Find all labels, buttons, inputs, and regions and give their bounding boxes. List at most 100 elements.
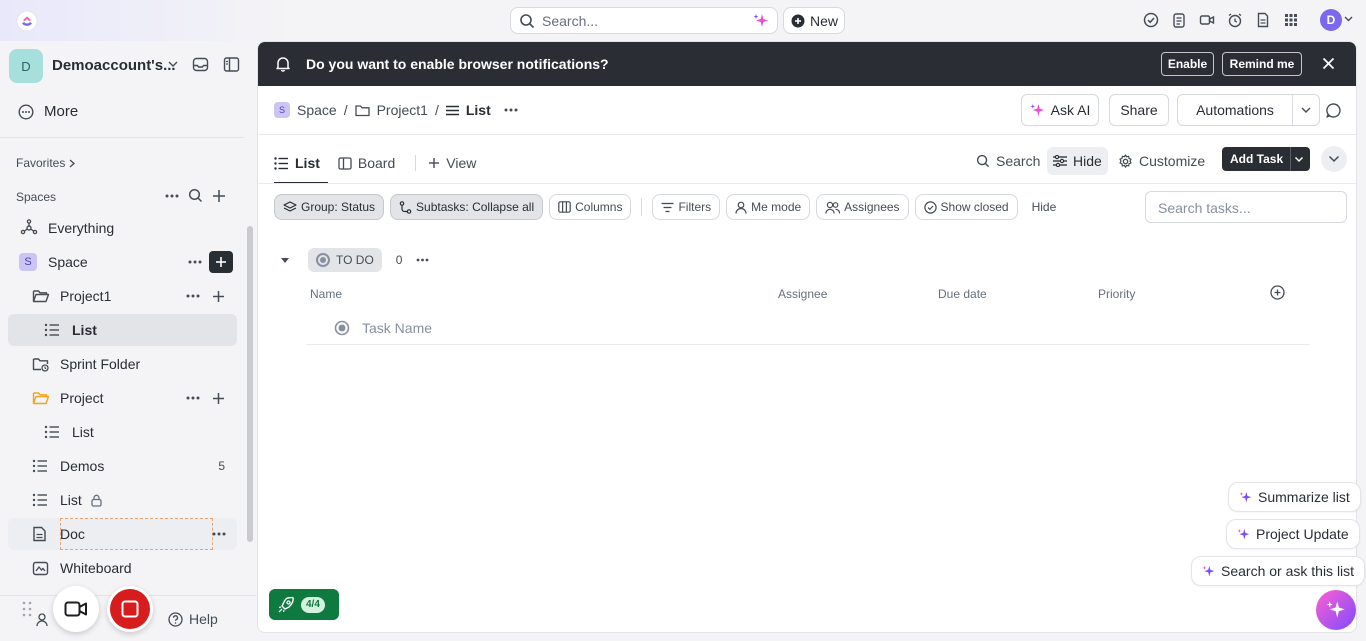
task-name-input[interactable]: Task Name (362, 320, 432, 336)
summarize-list-button[interactable]: Summarize list (1228, 482, 1361, 512)
check-circle-icon[interactable] (1142, 10, 1160, 30)
chevron-down-icon[interactable] (1293, 153, 1305, 165)
stop-recording-button[interactable] (107, 586, 153, 632)
search-view-button[interactable]: Search (976, 147, 1040, 175)
ellipsis-icon[interactable] (186, 396, 200, 400)
project-update-button[interactable]: Project Update (1226, 519, 1360, 549)
tab-board[interactable]: Board (338, 150, 395, 176)
ask-ai-button[interactable]: Ask AI (1021, 94, 1099, 126)
caret-down-icon[interactable] (280, 257, 290, 264)
search-ask-list-button[interactable]: Search or ask this list (1191, 556, 1366, 586)
folder-open-icon (32, 288, 50, 304)
alarm-clock-icon[interactable] (1226, 10, 1244, 30)
ellipsis-icon[interactable] (188, 260, 202, 264)
sprint-folder-icon (32, 356, 50, 372)
ellipsis-icon[interactable] (504, 108, 518, 112)
sidebar-item-space[interactable]: S Space (8, 246, 237, 278)
ai-assistant-button[interactable] (1316, 590, 1356, 630)
filters-chip[interactable]: Filters (652, 194, 721, 220)
sidebar-item-list[interactable]: List (8, 416, 237, 448)
sidebar-more[interactable]: More (18, 103, 78, 120)
sidebar-item-whiteboard[interactable]: Whiteboard (8, 552, 237, 584)
customize-button[interactable]: Customize (1118, 147, 1205, 175)
status-dot-icon (334, 320, 350, 336)
workspace-avatar[interactable]: D (9, 49, 43, 83)
me-mode-chip[interactable]: Me mode (726, 194, 811, 220)
column-header-priority[interactable]: Priority (1098, 287, 1135, 301)
chevron-down-icon[interactable] (168, 61, 178, 67)
sidebar-item-everything[interactable]: Everything (8, 212, 237, 244)
user-avatar[interactable]: D (1320, 9, 1342, 31)
plus-icon[interactable] (212, 392, 225, 405)
plus-icon[interactable] (212, 290, 225, 303)
global-search-input[interactable]: Search... (510, 7, 778, 34)
add-task-button[interactable]: Add Task (1222, 147, 1310, 171)
subtasks-chip[interactable]: Subtasks: Collapse all (390, 194, 544, 220)
sidebar-item-label: Demos (60, 458, 105, 474)
group-by-status-chip[interactable]: Group: Status (274, 194, 385, 220)
plus-icon[interactable] (212, 189, 226, 203)
ellipsis-icon[interactable] (186, 294, 200, 298)
hide-view-button[interactable]: Hide (1047, 147, 1108, 175)
chevron-down-icon[interactable] (1344, 16, 1353, 22)
assignees-chip[interactable]: Assignees (816, 194, 909, 220)
sidebar-item-list-private[interactable]: List (8, 484, 237, 516)
inbox-icon[interactable] (192, 56, 209, 73)
ellipsis-icon[interactable] (165, 194, 179, 198)
close-icon[interactable] (1322, 57, 1335, 70)
plus-circle-icon (791, 14, 805, 28)
drag-grip-icon[interactable] (22, 601, 32, 617)
hide-chip[interactable]: Hide (1023, 194, 1065, 220)
sidebar-toggle-icon[interactable] (223, 56, 240, 73)
ai-sparkle-icon[interactable] (753, 13, 769, 29)
record-video-button[interactable] (53, 586, 99, 632)
breadcrumb-space[interactable]: Space (297, 102, 337, 118)
sidebar-item-list-selected[interactable]: List (8, 314, 237, 346)
invite-user-icon[interactable] (36, 613, 52, 627)
notification-message: Do you want to enable browser notificati… (306, 56, 609, 72)
clickup-logo-icon[interactable] (16, 10, 38, 32)
add-column-icon[interactable] (1270, 285, 1285, 300)
enable-notifications-button[interactable]: Enable (1161, 52, 1214, 76)
breadcrumb-folder[interactable]: Project1 (377, 102, 428, 118)
workspace-name[interactable]: Demoaccount's... (52, 57, 176, 74)
column-header-due-date[interactable]: Due date (938, 287, 987, 301)
chat-bubble-icon[interactable] (1325, 102, 1342, 119)
show-closed-chip[interactable]: Show closed (914, 194, 1018, 220)
task-search-input[interactable]: Search tasks... (1145, 191, 1347, 223)
breadcrumb-list[interactable]: List (466, 102, 491, 118)
ellipsis-icon[interactable] (416, 258, 429, 262)
ai-sparkle-icon (1239, 491, 1252, 504)
new-task-row[interactable]: Task Name (306, 315, 1310, 345)
sidebar-item-sprint-folder[interactable]: Sprint Folder (8, 348, 237, 380)
collapse-toolbar-button[interactable] (1321, 146, 1347, 172)
notepad-icon[interactable] (1170, 10, 1188, 30)
add-to-space-button[interactable] (209, 251, 233, 273)
column-header-assignee[interactable]: Assignee (778, 287, 827, 301)
sidebar-item-demos[interactable]: Demos 5 (8, 450, 237, 482)
new-button[interactable]: New (783, 7, 845, 34)
automations-button[interactable]: Automations (1177, 94, 1293, 126)
automations-dropdown[interactable] (1292, 94, 1320, 126)
apps-grid-icon[interactable] (1282, 10, 1300, 30)
sidebar-item-project1[interactable]: Project1 (8, 280, 237, 312)
add-view-button[interactable]: View (428, 150, 476, 176)
document-icon[interactable] (1254, 10, 1272, 30)
remind-me-button[interactable]: Remind me (1222, 52, 1302, 76)
onboarding-progress-button[interactable]: 4/4 (269, 589, 339, 620)
sidebar-scrollbar[interactable] (247, 226, 253, 542)
share-button[interactable]: Share (1109, 94, 1169, 126)
video-icon[interactable] (1198, 10, 1216, 30)
help-button[interactable]: Help (168, 611, 218, 627)
ellipsis-icon[interactable] (212, 532, 226, 536)
sidebar-item-project[interactable]: Project (8, 382, 237, 414)
favorites-header[interactable]: Favorites (16, 156, 76, 170)
toolbar-divider (258, 183, 1356, 184)
column-header-name[interactable]: Name (310, 287, 342, 301)
columns-chip[interactable]: Columns (549, 194, 632, 220)
sidebar-item-doc[interactable]: Doc (8, 518, 237, 550)
status-badge[interactable]: TO DO (308, 248, 382, 272)
tab-list[interactable]: List (274, 150, 320, 176)
search-icon[interactable] (188, 188, 203, 203)
sidebar-item-label: Project1 (60, 288, 112, 304)
